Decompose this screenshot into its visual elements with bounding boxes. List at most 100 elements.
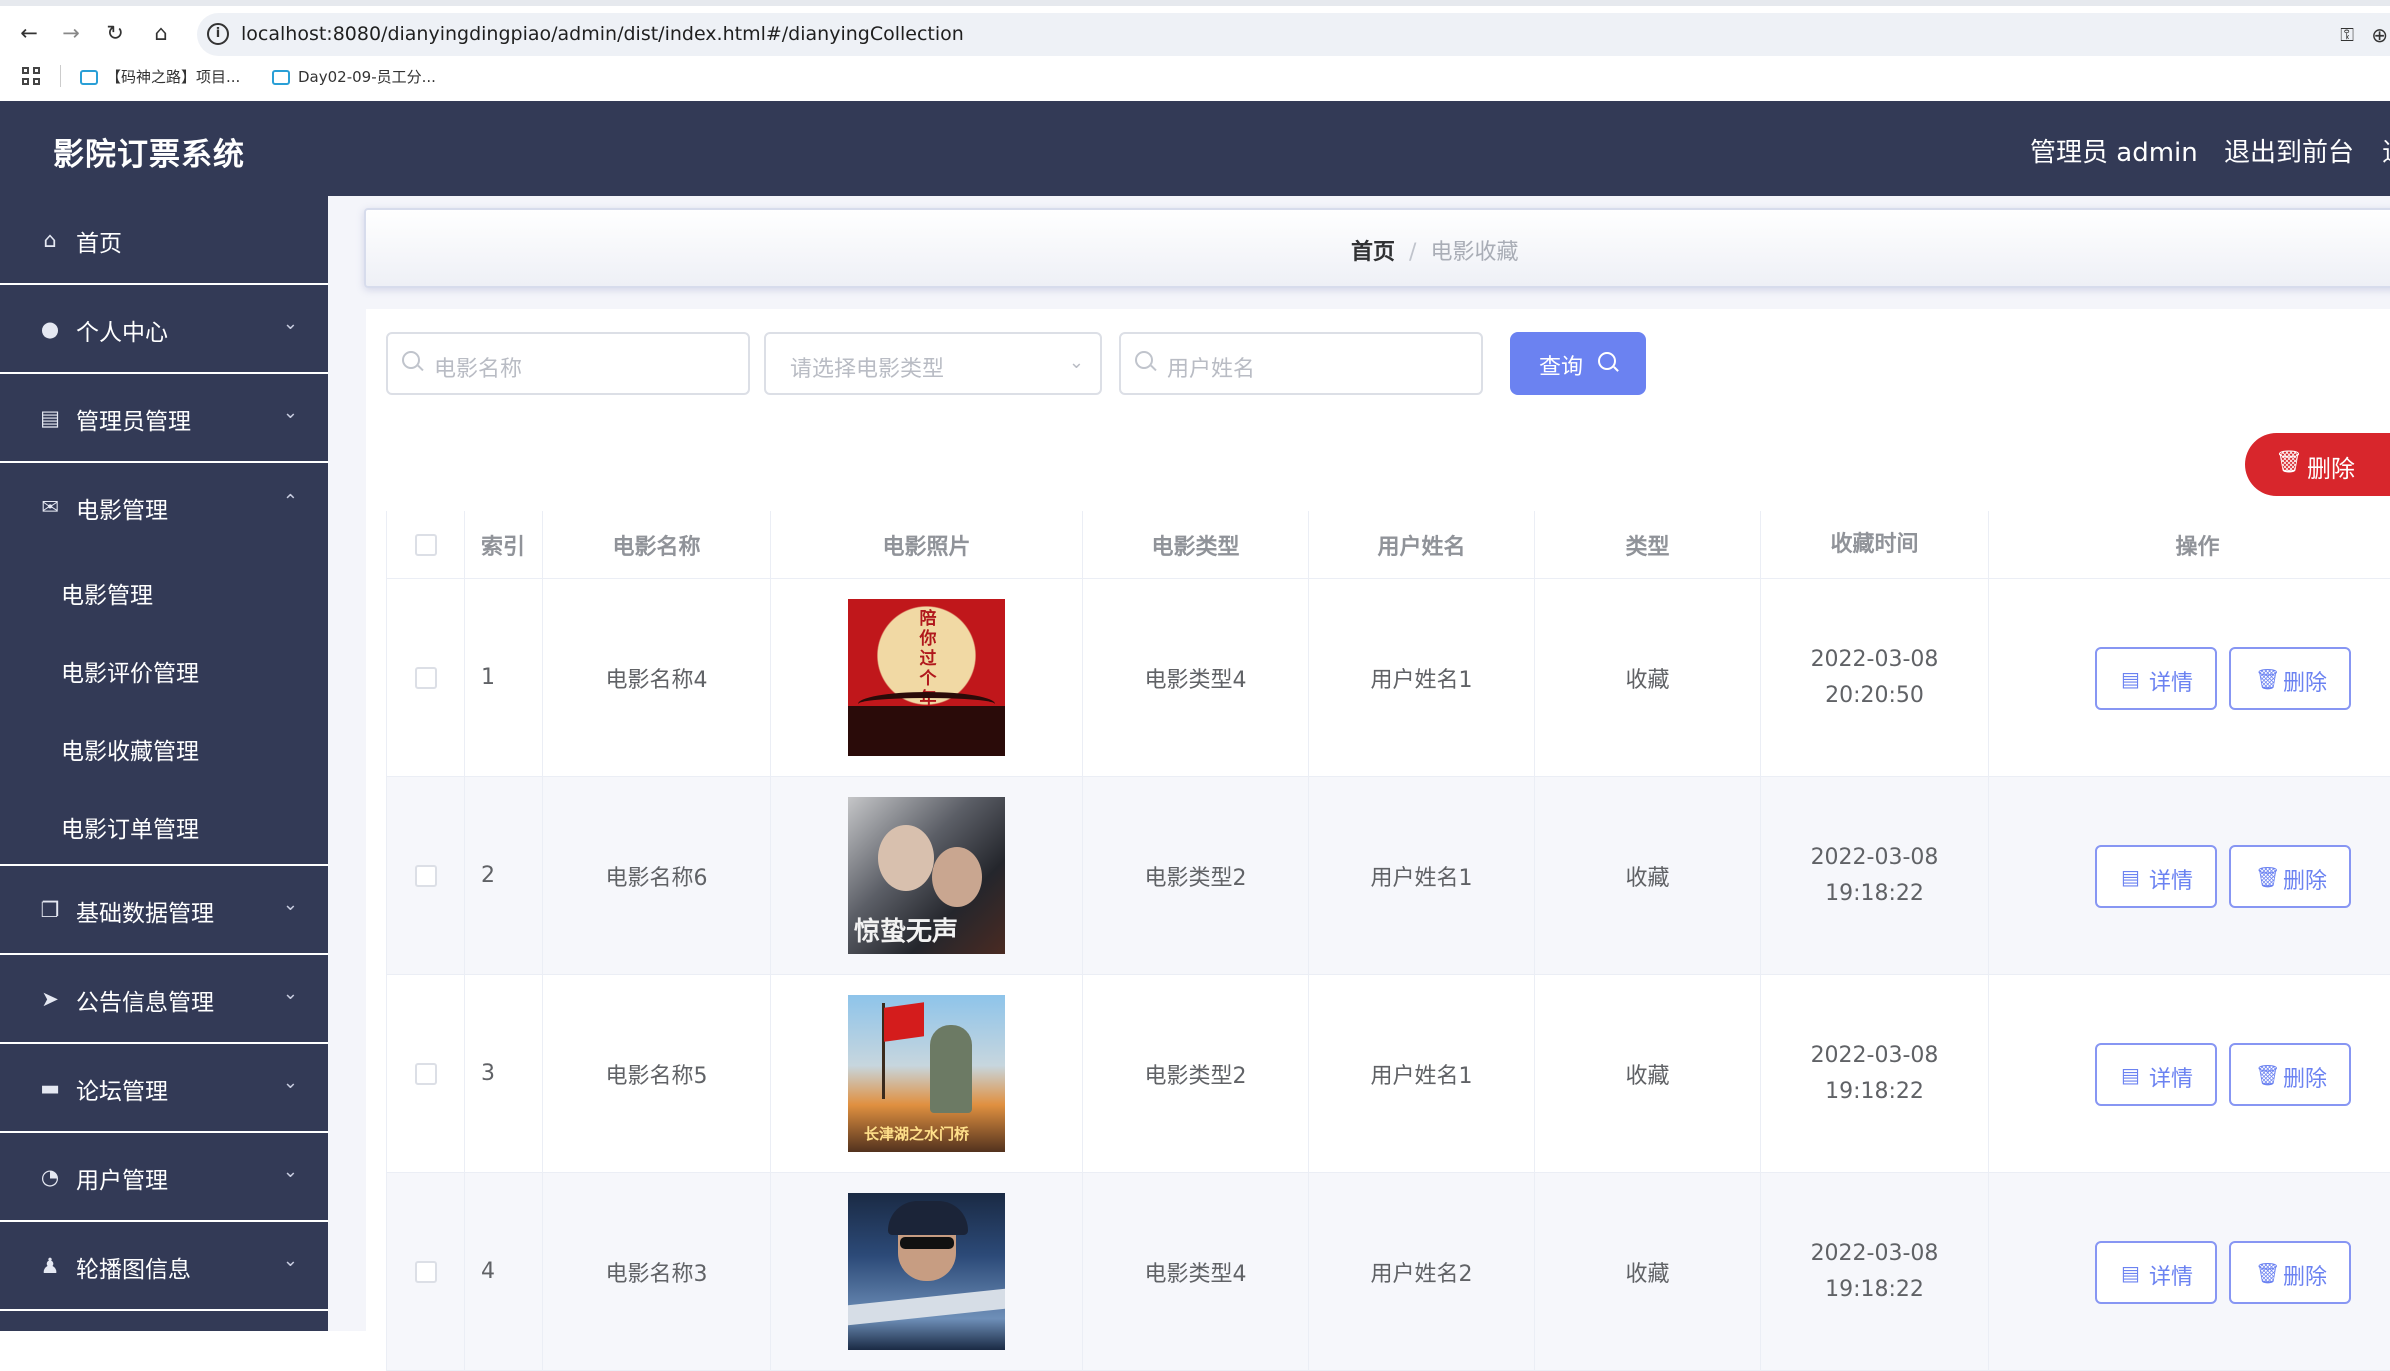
address-url[interactable]: localhost:8080/dianyingdingpiao/admin/di… [241, 23, 964, 45]
detail-button-label: 详情 [2149, 1067, 2194, 1092]
bulk-delete-button[interactable]: 🗑 删除 [2245, 433, 2390, 496]
cell-operations: ▤ 详情 🗑 删除 [1989, 777, 2390, 974]
gauge-icon: ◔ [40, 1165, 60, 1189]
chevron-down-icon: ⌄ [282, 1161, 298, 1182]
table-row: 1 电影名称4 陪你过个年 电影类型4 用户姓名1 收藏 2022-03-08 … [387, 579, 2390, 777]
send-icon: ➤ [41, 987, 59, 1011]
site-info-icon[interactable]: i [207, 23, 229, 45]
app-header: 影院订票系统 管理员 admin 退出到前台 退 [0, 101, 2390, 196]
movie-poster[interactable]: 长津湖之水门桥 [848, 995, 1005, 1152]
row-checkbox[interactable] [414, 1260, 437, 1283]
sidebar-item-announcements[interactable]: ➤ 公告信息管理 ⌄ [0, 955, 328, 1044]
cell-operations: ▤ 详情 🗑 删除 [1989, 1173, 2390, 1370]
input-placeholder: 电影名称 [434, 357, 523, 382]
sidebar-item-home[interactable]: ⌂ 首页 [0, 196, 328, 285]
row-checkbox[interactable] [414, 1062, 437, 1085]
header-movie-photo: 电影照片 [771, 511, 1083, 578]
bookmark-item[interactable]: 【码神之路】项目... [80, 65, 240, 89]
row-select-cell [387, 579, 465, 776]
movie-poster[interactable] [848, 1193, 1005, 1350]
submenu-item-movie-collection[interactable]: 电影收藏管理 [0, 708, 328, 786]
reload-icon[interactable]: ↻ [102, 20, 128, 46]
detail-button[interactable]: ▤ 详情 [2095, 1043, 2217, 1106]
breadcrumb: 首页 / 电影收藏 [1351, 234, 1518, 266]
poster-sunglasses-shape [900, 1237, 954, 1249]
forward-icon[interactable]: → [58, 20, 84, 46]
detail-button[interactable]: ▤ 详情 [2095, 647, 2217, 710]
header-operations: 操作 [2175, 534, 2220, 560]
bookmark-item[interactable]: Day02-09-员工分... [272, 65, 436, 89]
sidebar: ⌂ 首页 ● 个人中心 ⌄ ▤ 管理员管理 ⌄ ✉ 电影管理 ⌃ 电影管理 电影… [0, 196, 328, 1331]
detail-button[interactable]: ▤ 详情 [2095, 845, 2217, 908]
cell-index: 2 [465, 777, 543, 974]
movie-poster[interactable]: 陪你过个年 [848, 599, 1005, 756]
breadcrumb-bar: 首页 / 电影收藏 [364, 208, 2390, 288]
cell-operations: ▤ 详情 🗑 删除 [1989, 975, 2390, 1172]
cell-collect-time: 2022-03-08 20:20:50 [1761, 579, 1989, 776]
row-checkbox[interactable] [414, 666, 437, 689]
delete-button[interactable]: 🗑 删除 [2229, 1241, 2351, 1304]
select-all-cell [387, 511, 465, 578]
table-row: 2 电影名称6 惊蛰无声 电影类型2 用户姓名1 收藏 2022-03-08 1… [387, 777, 2390, 975]
search-icon [1598, 352, 1616, 370]
sidebar-item-carousel[interactable]: ♟ 轮播图信息 ⌄ [0, 1222, 328, 1311]
delete-button[interactable]: 🗑 删除 [2229, 1043, 2351, 1106]
cell-user-name: 用户姓名2 [1309, 1173, 1535, 1370]
delete-button[interactable]: 🗑 删除 [2229, 647, 2351, 710]
cell-operations: ▤ 详情 🗑 删除 [1989, 579, 2390, 776]
address-bar[interactable]: i localhost:8080/dianyingdingpiao/admin/… [197, 13, 2390, 56]
bilibili-icon [272, 70, 290, 85]
breadcrumb-home[interactable]: 首页 [1351, 240, 1395, 265]
detail-button-label: 详情 [2149, 1265, 2194, 1290]
delete-button[interactable]: 🗑 删除 [2229, 845, 2351, 908]
cell-movie-photo [771, 1173, 1083, 1370]
apps-icon[interactable] [22, 67, 40, 85]
user-name-input[interactable]: 用户姓名 [1119, 332, 1483, 395]
submenu-item-movie-order[interactable]: 电影订单管理 [0, 786, 328, 864]
select-placeholder: 请选择电影类型 [790, 357, 945, 382]
zoom-icon[interactable]: ⊕ [2371, 23, 2388, 47]
submenu-item-movie-review[interactable]: 电影评价管理 [0, 630, 328, 708]
chevron-down-icon: ⌄ [282, 1250, 298, 1271]
select-all-checkbox[interactable] [414, 533, 437, 556]
poster-cap-shape [888, 1201, 968, 1235]
detail-button[interactable]: ▤ 详情 [2095, 1241, 2217, 1304]
header-movie-type: 电影类型 [1083, 511, 1309, 578]
movie-poster[interactable]: 惊蛰无声 [848, 797, 1005, 954]
movie-type-select[interactable]: 请选择电影类型 ⌄ [764, 332, 1102, 395]
sidebar-item-forum[interactable]: ▬ 论坛管理 ⌄ [0, 1044, 328, 1133]
sidebar-item-users[interactable]: ◔ 用户管理 ⌄ [0, 1133, 328, 1222]
cell-movie-name: 电影名称4 [543, 579, 771, 776]
poster-plane-shape [848, 1288, 1005, 1326]
bilibili-icon [80, 70, 98, 85]
home-icon[interactable]: ⌂ [148, 20, 174, 46]
sidebar-item-basic-data[interactable]: ❐ 基础数据管理 ⌄ [0, 866, 328, 955]
cell-user-name: 用户姓名1 [1309, 777, 1535, 974]
exit-to-frontend-link[interactable]: 退出到前台 [2224, 132, 2354, 169]
sidebar-item-personal-center[interactable]: ● 个人中心 ⌄ [0, 285, 328, 374]
sidebar-item-admin-management[interactable]: ▤ 管理员管理 ⌄ [0, 374, 328, 463]
row-checkbox[interactable] [414, 864, 437, 887]
submenu-item-movie[interactable]: 电影管理 [0, 552, 328, 630]
query-button[interactable]: 查询 [1510, 332, 1646, 395]
bookmarks-divider [60, 65, 61, 87]
cell-movie-type: 电影类型4 [1083, 579, 1309, 776]
sidebar-item-movie-management[interactable]: ✉ 电影管理 ⌃ [0, 463, 328, 552]
chevron-down-icon: ⌄ [282, 402, 298, 423]
cell-collect-time: 2022-03-08 19:18:22 [1761, 777, 1989, 974]
breadcrumb-current: 电影收藏 [1430, 240, 1519, 265]
movie-name-input[interactable]: 电影名称 [386, 332, 750, 395]
header-type: 类型 [1535, 511, 1761, 578]
table-header-row: 索引 电影名称 电影照片 电影类型 用户姓名 类型 收藏时间 操作 [387, 511, 2390, 579]
app-title: 影院订票系统 [53, 137, 245, 173]
key-icon[interactable]: ⚿ [2340, 25, 2354, 46]
back-icon[interactable]: ← [16, 20, 42, 46]
sidebar-item-label: 基础数据管理 [76, 901, 214, 927]
admin-label: 管理员 admin [2030, 138, 2198, 168]
document-icon: ▤ [2121, 667, 2140, 691]
chevron-down-icon: ⌄ [282, 1072, 298, 1093]
logout-link[interactable]: 退 [2382, 132, 2390, 169]
delete-button-label: 删除 [2283, 1067, 2328, 1092]
header-movie-name: 电影名称 [543, 511, 771, 578]
poster-face-shape [932, 847, 982, 907]
